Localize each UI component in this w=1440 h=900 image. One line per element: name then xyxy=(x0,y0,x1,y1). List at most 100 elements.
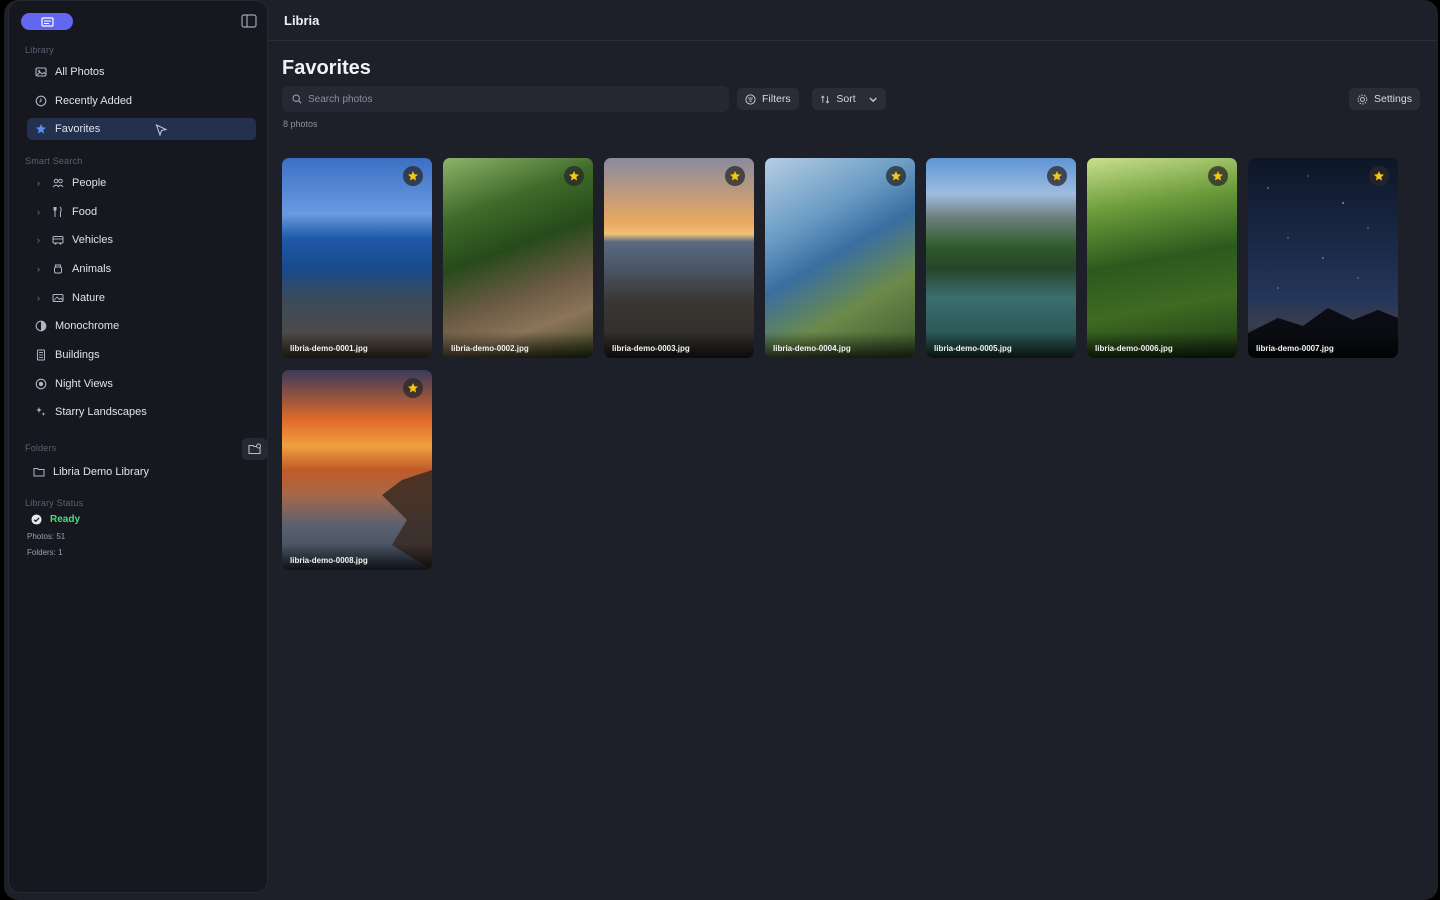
folder-icon xyxy=(32,466,45,479)
search-icon xyxy=(292,94,302,104)
photo-filename: libria-demo-0004.jpg xyxy=(765,332,915,358)
favorite-star-button[interactable] xyxy=(1047,166,1067,186)
sidebar-item-people[interactable]: › People xyxy=(27,172,256,194)
photo-filename: libria-demo-0008.jpg xyxy=(282,544,432,570)
sidebar-item-animals[interactable]: › Animals xyxy=(27,258,256,280)
sidebar-item-food[interactable]: › Food xyxy=(27,201,256,223)
contrast-icon xyxy=(34,320,47,333)
photo-card[interactable]: libria-demo-0003.jpg xyxy=(604,158,754,358)
folder-item-libria-demo-library[interactable]: Libria Demo Library xyxy=(25,461,254,483)
pointer-cursor-icon xyxy=(155,124,167,136)
photo-filename: libria-demo-0001.jpg xyxy=(282,332,432,358)
chevron-right-icon[interactable]: › xyxy=(37,207,47,217)
sidebar-item-starry-landscapes[interactable]: Starry Landscapes xyxy=(27,401,256,423)
people-icon xyxy=(51,177,64,190)
paw-icon xyxy=(51,263,64,276)
sidebar-item-vehicles[interactable]: › Vehicles xyxy=(27,229,256,251)
photo-filename: libria-demo-0006.jpg xyxy=(1087,332,1237,358)
coastline-graphic xyxy=(382,470,432,570)
star-icon xyxy=(1213,171,1223,181)
check-circle-icon xyxy=(31,514,42,525)
photo-card[interactable]: libria-demo-0002.jpg xyxy=(443,158,593,358)
building-icon xyxy=(34,349,47,362)
favorite-star-button[interactable] xyxy=(564,166,584,186)
folder-item-label: Libria Demo Library xyxy=(53,466,149,478)
leaf-icon xyxy=(51,292,64,305)
sidebar-item-label: Vehicles xyxy=(72,234,113,246)
sort-label: Sort xyxy=(836,93,856,105)
photo-card[interactable]: libria-demo-0006.jpg xyxy=(1087,158,1237,358)
sidebar-item-label: Recently Added xyxy=(55,95,133,107)
add-folder-button[interactable] xyxy=(242,438,267,460)
star-icon xyxy=(1374,171,1384,181)
sidebar-item-label: Night Views xyxy=(55,378,113,390)
photo-card[interactable]: libria-demo-0005.jpg xyxy=(926,158,1076,358)
sidebar-item-label: Nature xyxy=(72,292,106,304)
chevron-down-icon xyxy=(869,96,877,102)
star-icon xyxy=(891,171,901,181)
filters-button[interactable]: Filters xyxy=(737,88,799,110)
sidebar-item-recently-added[interactable]: Recently Added xyxy=(27,90,256,112)
favorite-star-button[interactable] xyxy=(886,166,906,186)
chevron-right-icon[interactable]: › xyxy=(37,178,47,188)
favorite-star-button[interactable] xyxy=(403,166,423,186)
sort-button[interactable]: Sort xyxy=(812,88,886,110)
top-bar: Libria xyxy=(268,0,1438,41)
sidebar-header xyxy=(9,1,267,41)
star-icon xyxy=(730,171,740,181)
sparkle-icon xyxy=(34,406,47,419)
sidebar-item-label: Starry Landscapes xyxy=(55,406,147,418)
photos-icon xyxy=(34,66,47,79)
sidebar-item-nature[interactable]: › Nature xyxy=(27,287,256,309)
settings-button[interactable]: Settings xyxy=(1349,88,1420,110)
sidebar-item-monochrome[interactable]: Monochrome xyxy=(27,315,256,337)
sidebar-item-buildings[interactable]: Buildings xyxy=(27,344,256,366)
clock-icon xyxy=(34,95,47,108)
folders-section-label: Folders xyxy=(25,443,57,453)
sidebar-item-label: Food xyxy=(72,206,98,218)
favorite-star-button[interactable] xyxy=(1208,166,1228,186)
sidebar-item-all-photos[interactable]: All Photos xyxy=(27,61,256,83)
photo-card[interactable]: libria-demo-0001.jpg xyxy=(282,158,432,358)
fork-knife-icon xyxy=(51,206,64,219)
sidebar-toggle-icon[interactable] xyxy=(241,14,257,28)
photo-count: 8 photos xyxy=(283,119,318,129)
sidebar-item-night-views[interactable]: Night Views xyxy=(27,373,256,395)
page-title: Favorites xyxy=(282,57,371,79)
gear-icon xyxy=(1357,94,1368,104)
moon-icon xyxy=(34,378,47,391)
favorite-star-button[interactable] xyxy=(1369,166,1389,186)
status-folders-count: Folders: 1 xyxy=(27,548,63,557)
app-title: Libria xyxy=(284,13,320,28)
chevron-right-icon[interactable]: › xyxy=(37,235,47,245)
chevron-right-icon[interactable]: › xyxy=(37,264,47,274)
sidebar-item-label: All Photos xyxy=(55,66,105,78)
folder-add-icon xyxy=(247,443,261,455)
photo-card[interactable]: libria-demo-0008.jpg xyxy=(282,370,432,570)
sidebar-item-label: Buildings xyxy=(55,349,100,361)
photo-card[interactable]: libria-demo-0004.jpg xyxy=(765,158,915,358)
favorite-star-button[interactable] xyxy=(403,378,423,398)
library-section-label: Library xyxy=(25,45,54,55)
chevron-right-icon[interactable]: › xyxy=(37,293,47,303)
app-switcher-button[interactable] xyxy=(21,13,73,30)
star-icon xyxy=(569,171,579,181)
star-icon xyxy=(408,383,418,393)
photo-card[interactable]: libria-demo-0007.jpg xyxy=(1248,158,1398,358)
status-photos-count: Photos: 51 xyxy=(27,532,66,541)
sidebar: Library All Photos Recently Added Favori… xyxy=(8,0,268,893)
photo-filename: libria-demo-0003.jpg xyxy=(604,332,754,358)
library-status-label: Library Status xyxy=(25,498,84,508)
smart-search-section-label: Smart Search xyxy=(25,156,83,166)
star-icon xyxy=(408,171,418,181)
search-input[interactable] xyxy=(308,93,708,105)
sidebar-item-favorites[interactable]: Favorites xyxy=(27,118,256,140)
sort-icon xyxy=(821,95,830,103)
photo-filename: libria-demo-0007.jpg xyxy=(1248,332,1398,358)
library-icon xyxy=(40,16,54,27)
search-field[interactable] xyxy=(282,86,729,112)
status-ready-text: Ready xyxy=(50,514,81,525)
favorite-star-button[interactable] xyxy=(725,166,745,186)
status-row: Ready xyxy=(31,514,80,525)
starry-sky-graphic xyxy=(1248,175,1398,358)
